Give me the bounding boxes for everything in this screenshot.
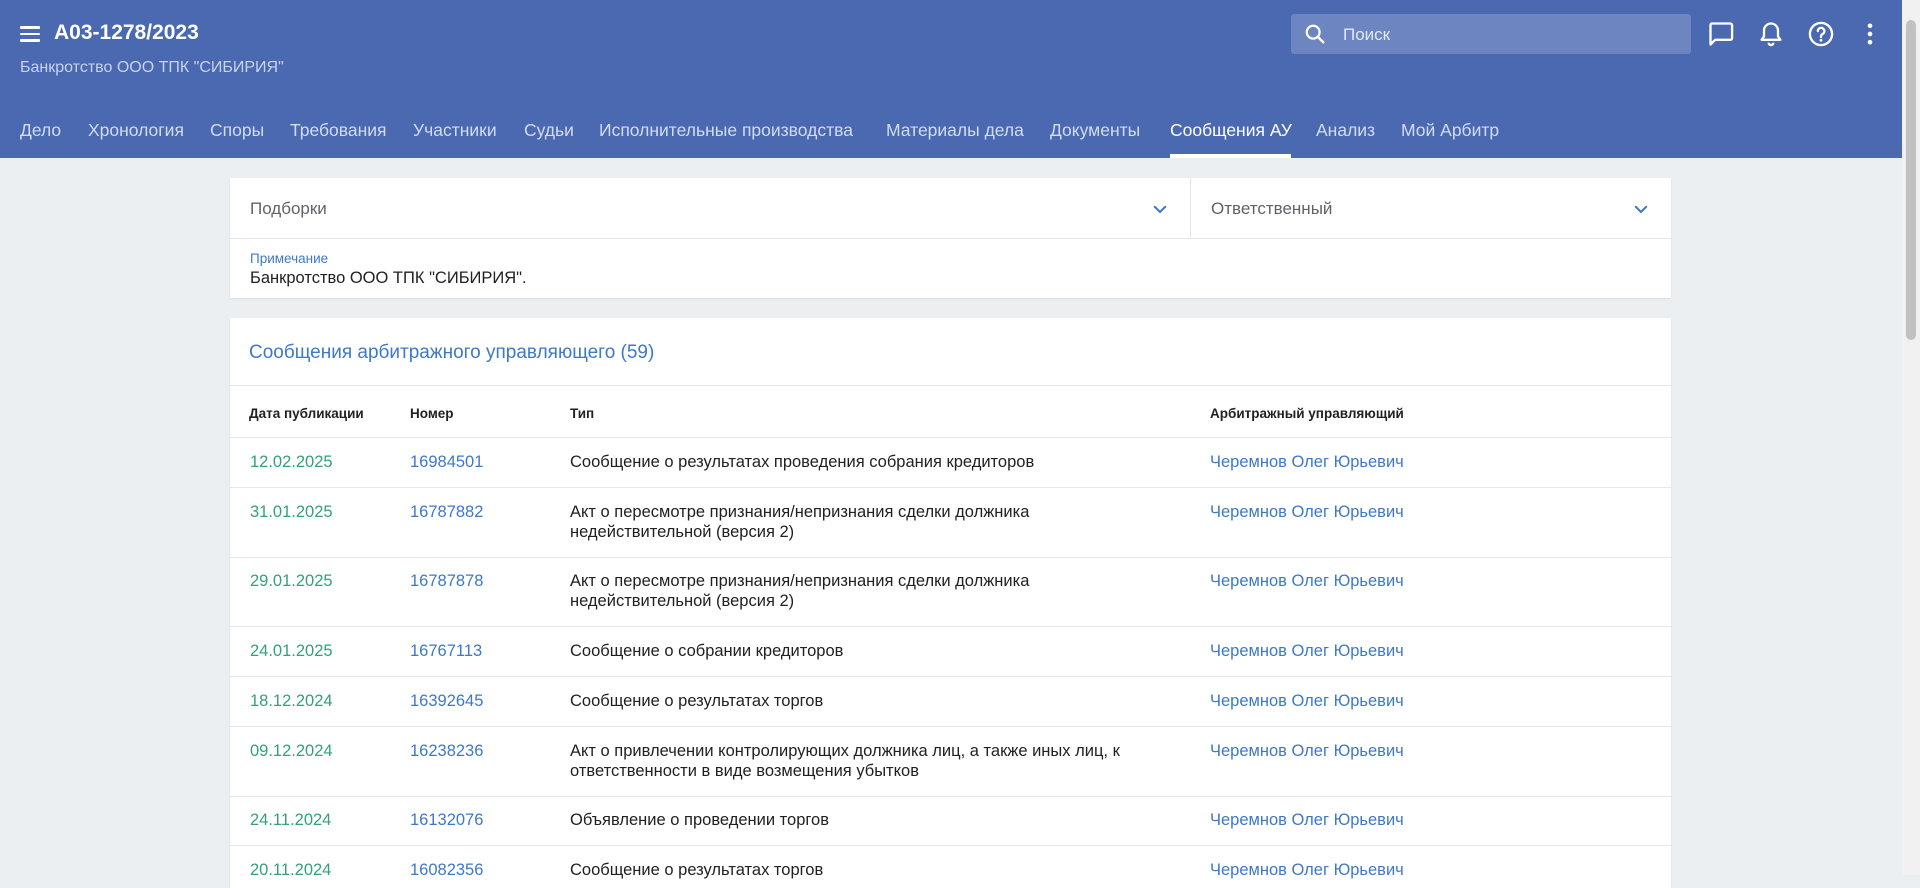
tab-enforcement[interactable]: Исполнительные производства [599,120,853,141]
row-date: 09.12.2024 [250,742,333,760]
collections-select-label: Подборки [250,199,327,218]
row-number-link[interactable]: 16984501 [410,452,483,472]
menu-icon[interactable] [18,22,42,46]
row-number-link[interactable]: 16238236 [410,741,483,761]
row-type: ответственности в виде возмещения убытко… [570,762,919,780]
row-type: Акт о пересмотре признания/непризнания с… [570,503,1030,521]
column-header-type[interactable]: Тип [570,406,594,421]
collections-select[interactable]: Подборки [230,178,1190,238]
active-tab-indicator [1170,154,1291,158]
case-subtitle: Банкротство ООО ТПК "СИБИРИЯ" [20,59,284,76]
au-messages-card: Сообщения арбитражного управляющего (59)… [230,318,1671,888]
row-manager-link[interactable]: Черемнов Олег Юрьевич [1210,691,1404,711]
column-header-number[interactable]: Номер [410,406,454,421]
app-header: А03-1278/2023 Банкротство ООО ТПК "СИБИР… [0,0,1902,158]
chat-icon[interactable] [1707,20,1735,48]
row-date: 29.01.2025 [250,572,333,590]
row-type: Акт о пересмотре признания/непризнания с… [570,572,1030,590]
row-number-link[interactable]: 16787882 [410,502,483,522]
row-type: Объявление о проведении торгов [570,811,829,829]
row-type: Сообщение о результатах торгов [570,861,824,879]
row-divider [230,487,1671,488]
row-number-link[interactable]: 16132076 [410,810,483,830]
row-manager-link[interactable]: Черемнов Олег Юрьевич [1210,810,1404,830]
search-icon [1305,24,1325,44]
tab-claims[interactable]: Требования [290,120,386,141]
row-manager-link[interactable]: Черемнов Олег Юрьевич [1210,860,1404,880]
row-number-link[interactable]: 16392645 [410,691,483,711]
row-manager-link[interactable]: Черемнов Олег Юрьевич [1210,502,1404,522]
filter-divider [230,238,1671,239]
responsible-select-label: Ответственный [1211,199,1333,218]
column-header-date[interactable]: Дата публикации [249,406,364,421]
row-divider [230,845,1671,846]
row-manager-link[interactable]: Черемнов Олег Юрьевич [1210,452,1404,472]
search-input[interactable] [1341,14,1675,56]
tab-case-materials[interactable]: Материалы дела [886,120,1024,141]
au-messages-title: Сообщения арбитражного управляющего (59) [249,342,655,363]
tab-judges[interactable]: Судьи [524,120,574,141]
more-vert-icon[interactable] [1856,20,1884,48]
tab-my-arbitr[interactable]: Мой Арбитр [1401,120,1499,141]
column-header-manager[interactable]: Арбитражный управляющий [1210,406,1404,421]
row-type: недействительной (версия 2) [570,592,795,610]
row-manager-link[interactable]: Черемнов Олег Юрьевич [1210,741,1404,761]
row-divider [230,626,1671,627]
row-manager-link[interactable]: Черемнов Олег Юрьевич [1210,641,1404,661]
tab-analysis[interactable]: Анализ [1316,120,1375,141]
scrollbar-thumb[interactable] [1906,20,1916,340]
row-number-link[interactable]: 16767113 [410,641,482,661]
row-type: Сообщение о собрании кредиторов [570,642,844,660]
tab-disputes[interactable]: Споры [210,120,264,141]
search-box [1291,14,1691,56]
case-number: А03-1278/2023 [54,21,199,44]
row-date: 24.11.2024 [250,811,332,829]
row-number-link[interactable]: 16082356 [410,860,483,880]
filter-card: Подборки Ответственный Примечание Банкро… [230,178,1671,298]
note-label: Примечание [250,251,329,266]
page-scrollbar[interactable] [1902,0,1920,875]
tab-case[interactable]: Дело [20,120,61,141]
row-type: Сообщение о результатах торгов [570,692,824,710]
row-divider [230,726,1671,727]
tab-au-messages[interactable]: Сообщения АУ [1170,120,1292,141]
chevron-down-icon [1634,205,1648,213]
row-manager-link[interactable]: Черемнов Олег Юрьевич [1210,571,1404,591]
row-date: 31.01.2025 [250,503,333,521]
responsible-select[interactable]: Ответственный [1191,178,1671,238]
row-divider [230,796,1671,797]
row-number-link[interactable]: 16787878 [410,571,483,591]
tab-chronology[interactable]: Хронология [88,120,184,141]
tab-participants[interactable]: Участники [413,120,497,141]
row-divider [230,676,1671,677]
row-type: Акт о привлечении контролирующих должник… [570,742,1120,760]
row-date: 24.01.2025 [250,642,333,660]
row-type: недействительной (версия 2) [570,523,795,541]
row-date: 20.11.2024 [250,861,332,879]
row-divider [230,557,1671,558]
title-divider [230,385,1671,386]
row-date: 12.02.2025 [250,453,333,471]
note-text[interactable]: Банкротство ООО ТПК "СИБИРИЯ". [250,269,527,288]
row-type: Сообщение о результатах проведения собра… [570,453,1035,471]
tab-documents[interactable]: Документы [1050,120,1140,141]
chevron-down-icon [1153,205,1167,213]
bell-icon[interactable] [1757,20,1785,48]
help-icon[interactable] [1807,20,1835,48]
row-date: 18.12.2024 [250,692,333,710]
header-divider [230,437,1671,438]
